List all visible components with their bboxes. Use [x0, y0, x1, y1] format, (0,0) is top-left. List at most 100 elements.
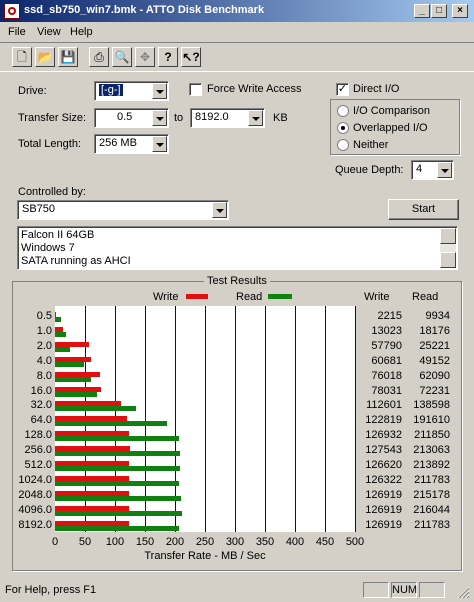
read-value: 62090: [419, 369, 450, 382]
drive-select[interactable]: [-g-]: [94, 81, 169, 101]
x-tick-label: 250: [195, 536, 215, 548]
total-length-label: Total Length:: [18, 138, 81, 150]
new-icon[interactable]: 🗋: [12, 47, 32, 67]
transfer-to-select[interactable]: 8192.0: [190, 108, 265, 128]
maximize-button[interactable]: □: [431, 4, 447, 18]
category-label: 128.0: [24, 429, 52, 442]
read-value: 49152: [419, 354, 450, 367]
read-legend-label: Read: [236, 291, 263, 303]
queue-depth-dropdown-arrow-icon[interactable]: [437, 162, 452, 178]
save-icon[interactable]: 💾: [58, 47, 78, 67]
x-tick-label: 350: [255, 536, 275, 548]
x-tick-label: 50: [78, 536, 92, 548]
queue-depth-select[interactable]: 4: [411, 160, 454, 180]
menu-view[interactable]: View: [37, 26, 61, 38]
status-help-text: For Help, press F1: [5, 584, 97, 596]
category-label: 0.5: [36, 310, 52, 322]
status-panel-3: [419, 582, 445, 598]
read-bar: [55, 391, 98, 397]
read-value: 72231: [419, 384, 450, 397]
drive-value: [-g-]: [98, 83, 124, 97]
minimize-button[interactable]: _: [414, 4, 430, 18]
scroll-up-arrow-icon[interactable]: [440, 228, 456, 244]
neither-radio[interactable]: [337, 139, 349, 151]
start-button[interactable]: Start: [388, 199, 459, 220]
close-button[interactable]: ×: [452, 4, 468, 18]
print-icon[interactable]: ⎙: [89, 47, 109, 67]
write-value: 127543: [365, 444, 402, 457]
read-bar: [55, 525, 180, 531]
context-help-icon[interactable]: ↖?: [181, 47, 201, 67]
neither-label: Neither: [353, 139, 389, 151]
write-legend-swatch: [186, 294, 208, 299]
notes-line-3: SATA running as AHCI: [21, 255, 131, 267]
overlapped-io-label: Overlapped I/O: [353, 122, 428, 134]
read-bar: [55, 331, 66, 337]
direct-io-checkbox[interactable]: ✓: [336, 83, 349, 96]
notes-line-1: Falcon II 64GB: [21, 229, 95, 241]
write-value: 2215: [377, 310, 402, 322]
open-icon[interactable]: 📂: [35, 47, 55, 67]
read-bar: [55, 346, 70, 352]
atto-app-icon[interactable]: [4, 3, 20, 19]
write-value: 78031: [371, 384, 402, 397]
write-value: 122819: [365, 414, 402, 427]
test-results-title: Test Results: [204, 275, 270, 287]
controlled-by-label: Controlled by:: [18, 186, 86, 198]
x-tick-label: 100: [105, 536, 125, 548]
read-column-header: Read: [412, 291, 439, 303]
write-column-header: Write: [364, 291, 390, 303]
category-label: 64.0: [30, 414, 52, 427]
category-label: 8.0: [36, 369, 52, 382]
menu-file[interactable]: File: [8, 26, 26, 38]
category-label: 1.0: [36, 324, 52, 337]
drive-dropdown-arrow-icon[interactable]: [152, 83, 167, 99]
read-value: 211783: [414, 473, 450, 486]
scroll-down-arrow-icon[interactable]: [440, 252, 456, 268]
category-label: 8192.0: [18, 518, 52, 531]
write-value: 126919: [365, 518, 402, 531]
read-value: 138598: [413, 399, 450, 412]
drive-label: Drive:: [18, 85, 47, 97]
notes-scrollbar[interactable]: [440, 228, 456, 268]
gridline: [205, 306, 206, 532]
io-comparison-label: I/O Comparison: [353, 105, 431, 117]
gridline: [265, 306, 266, 532]
total-length-dropdown-arrow-icon[interactable]: [152, 136, 167, 152]
controlled-by-select[interactable]: SB750: [17, 200, 229, 220]
read-value: 25221: [419, 339, 450, 352]
help-icon[interactable]: ?: [158, 47, 178, 67]
x-tick-label: 450: [315, 536, 335, 548]
read-bar: [55, 361, 84, 367]
total-length-value: 256 MB: [99, 137, 137, 149]
transfer-from-dropdown-arrow-icon[interactable]: [152, 110, 167, 126]
menu-help[interactable]: Help: [70, 26, 93, 38]
to-label: to: [174, 112, 184, 124]
gridline: [295, 306, 296, 532]
write-value: 126919: [365, 503, 402, 516]
value-columns: 2215 9934 13023 18176 57790 25221 60681 49152 76…: [358, 306, 458, 532]
transfer-to-dropdown-arrow-icon[interactable]: [248, 110, 263, 126]
write-value: 76018: [371, 369, 402, 382]
notes-textarea[interactable]: Falcon II 64GB Windows 7 SATA running as…: [17, 226, 458, 270]
force-write-checkbox[interactable]: [189, 83, 202, 96]
total-length-select[interactable]: 256 MB: [94, 134, 169, 154]
write-value: 112601: [366, 399, 402, 412]
write-value: 13023: [371, 324, 402, 337]
gridline: [355, 306, 356, 532]
size-grip-icon[interactable]: [455, 584, 470, 599]
transfer-from-select[interactable]: 0.5: [94, 108, 169, 128]
read-bar: [55, 510, 182, 516]
print-preview-icon[interactable]: 🔍: [112, 47, 132, 67]
x-tick-label: 400: [285, 536, 305, 548]
controlled-by-dropdown-arrow-icon[interactable]: [212, 202, 227, 218]
io-comparison-radio[interactable]: [337, 105, 349, 117]
read-bar: [55, 436, 180, 442]
x-tick-label: 0: [51, 536, 59, 548]
category-label: 2048.0: [18, 488, 52, 501]
read-value: 211783: [414, 518, 450, 531]
category-labels: 0.5 1.0 2.0 4.0 8.0 16.0 32.0 64.0 128.0 256.0 512…: [14, 306, 52, 532]
category-label: 4.0: [36, 354, 52, 367]
move-icon[interactable]: ✥: [135, 47, 155, 67]
overlapped-io-radio[interactable]: [337, 122, 349, 134]
